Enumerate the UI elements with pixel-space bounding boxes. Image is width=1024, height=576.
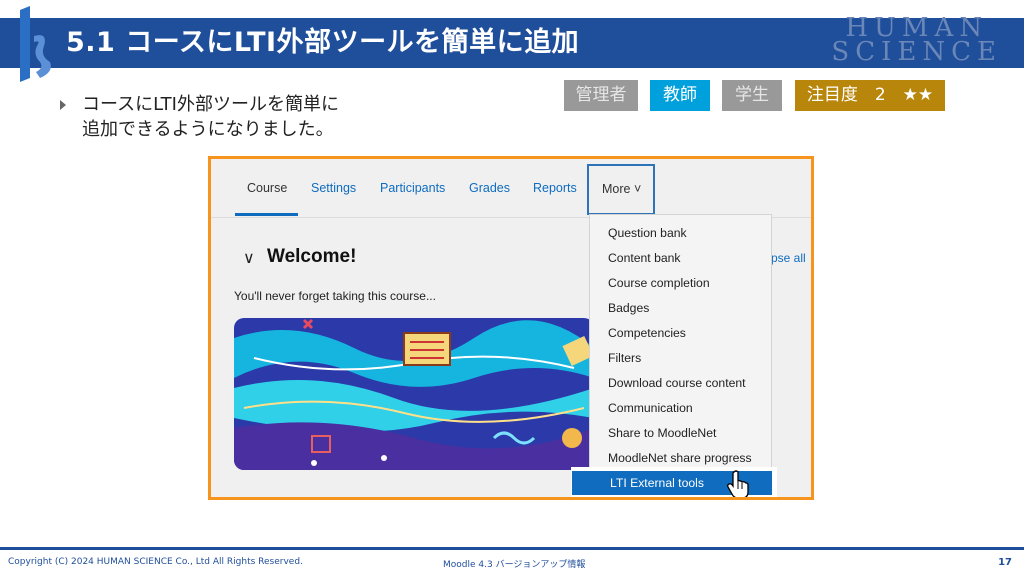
- menu-item-moodlenet-share-progress[interactable]: MoodleNet share progress: [608, 451, 752, 465]
- more-label: More ˅: [602, 182, 642, 196]
- chevron-down-icon: ˅: [630, 182, 642, 196]
- footer-divider: [0, 547, 1024, 550]
- course-banner-image: [234, 318, 594, 470]
- menu-item-badges[interactable]: Badges: [608, 301, 649, 315]
- menu-item-communication[interactable]: Communication: [608, 401, 693, 415]
- tab-participants[interactable]: Participants: [380, 159, 445, 217]
- tab-more[interactable]: More ˅: [587, 164, 655, 215]
- brand-logo-text: HUMAN SCIENCE: [831, 13, 1002, 67]
- more-dropdown-menu: Question bank Content bank Course comple…: [589, 214, 772, 497]
- menu-item-share-to-moodlenet[interactable]: Share to MoodleNet: [608, 426, 716, 440]
- footer-copyright: Copyright (C) 2024 HUMAN SCIENCE Co., Lt…: [8, 557, 303, 567]
- page-number: 17: [998, 557, 1012, 568]
- course-secondary-nav: Course Settings Participants Grades Repo…: [211, 159, 811, 218]
- role-badge-student: 学生: [722, 80, 782, 111]
- menu-item-question-bank[interactable]: Question bank: [608, 226, 687, 240]
- tab-course[interactable]: Course: [247, 159, 287, 217]
- moodle-screenshot-frame: Course Settings Participants Grades Repo…: [208, 156, 814, 500]
- role-badge-teacher: 教師: [650, 80, 710, 111]
- menu-item-label: LTI External tools: [610, 476, 704, 490]
- active-tab-indicator: [235, 213, 298, 216]
- section-intro-text: You'll never forget taking this course..…: [234, 289, 436, 303]
- tab-grades[interactable]: Grades: [469, 159, 510, 217]
- tab-reports[interactable]: Reports: [533, 159, 577, 217]
- bullet-arrow-icon: [60, 100, 66, 110]
- section-title: Welcome!: [267, 246, 357, 267]
- collapse-chevron-icon[interactable]: ∨: [243, 248, 255, 267]
- slide-title: 5.1 コースにLTI外部ツールを簡単に追加: [66, 27, 580, 58]
- menu-item-course-completion[interactable]: Course completion: [608, 276, 710, 290]
- menu-item-filters[interactable]: Filters: [608, 351, 641, 365]
- menu-item-download-course-content[interactable]: Download course content: [608, 376, 746, 390]
- menu-item-content-bank[interactable]: Content bank: [608, 251, 681, 265]
- tab-settings[interactable]: Settings: [311, 159, 356, 217]
- attention-rating-badge: 注目度 2 ★★: [795, 80, 945, 111]
- role-badge-admin: 管理者: [564, 80, 638, 111]
- footer-doc-title: Moodle 4.3 バージョンアップ情報: [443, 560, 586, 570]
- human-science-logo-mark: [20, 6, 51, 82]
- bullet-text: コースにLTI外部ツールを簡単に 追加できるようになりました。: [82, 94, 339, 140]
- menu-item-competencies[interactable]: Competencies: [608, 326, 686, 340]
- hand-pointer-icon: [727, 470, 749, 497]
- collapse-all-link[interactable]: pse all: [771, 251, 806, 265]
